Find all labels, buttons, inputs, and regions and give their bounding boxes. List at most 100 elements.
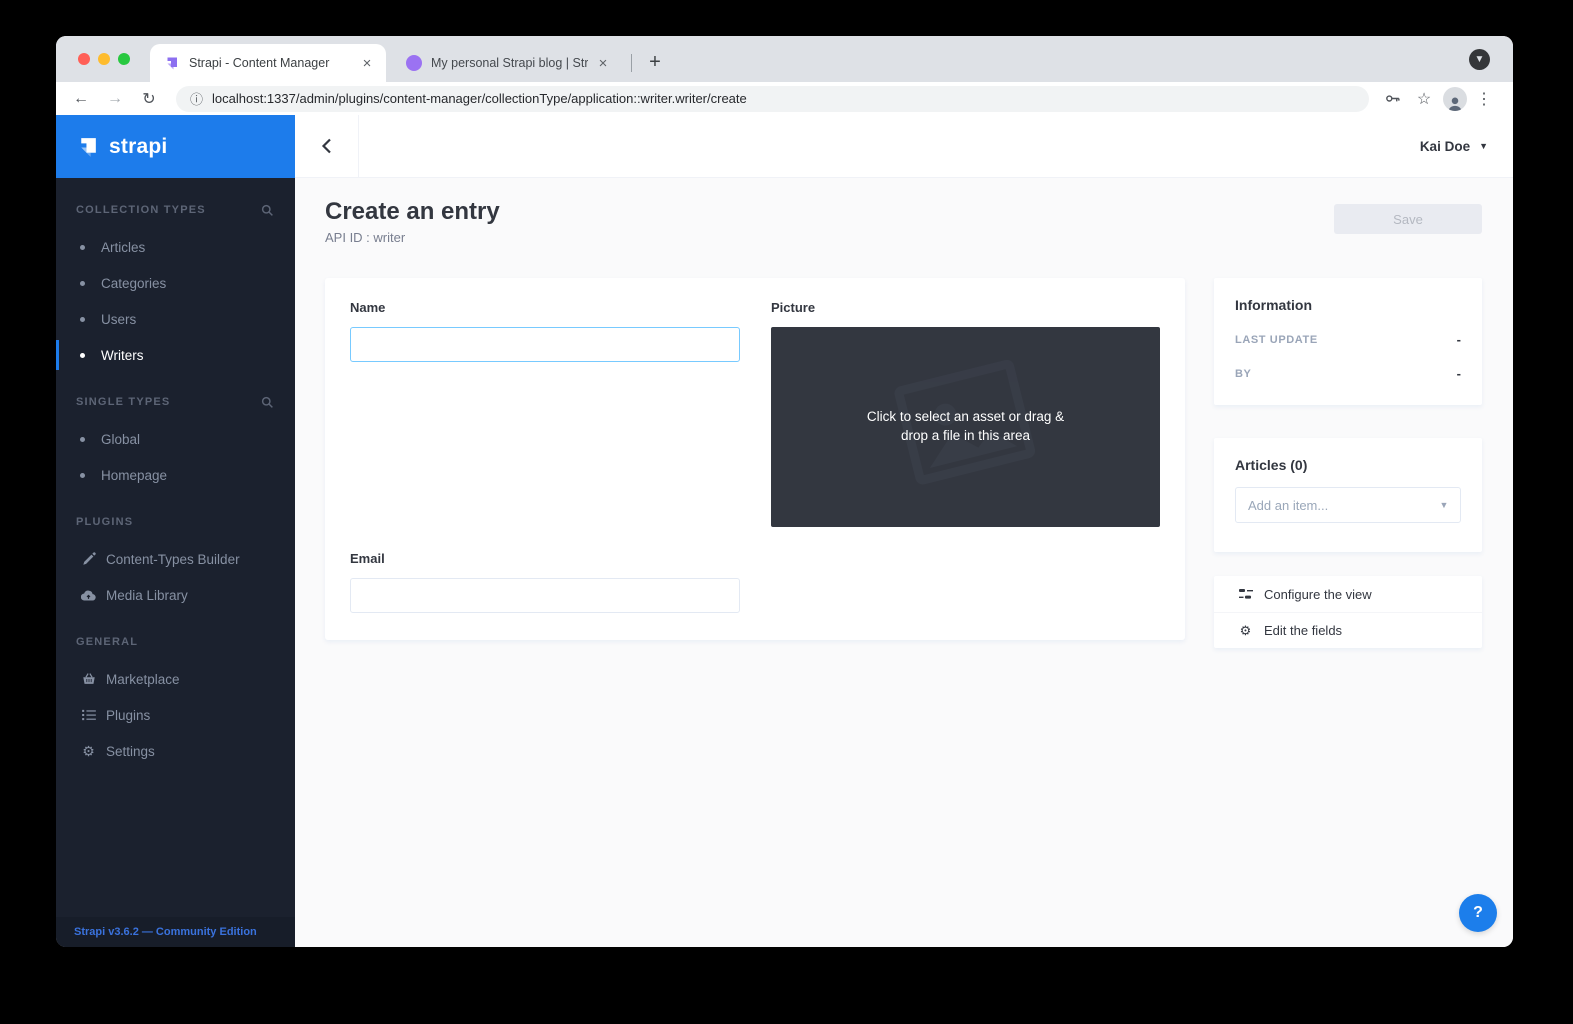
blog-favicon (406, 55, 422, 71)
reload-icon[interactable]: ↻ (136, 86, 162, 112)
browser-menu-icon[interactable]: ⋮ (1471, 86, 1497, 112)
close-tab-icon[interactable]: × (594, 54, 612, 72)
tab-strip: Strapi - Content Manager × My personal S… (56, 36, 1513, 82)
sidebar-item-categories[interactable]: Categories (56, 265, 295, 301)
close-window-button[interactable] (78, 53, 90, 65)
tab-strapi-content-manager[interactable]: Strapi - Content Manager × (150, 44, 386, 82)
sidebar-item-label: Plugins (106, 708, 150, 723)
sidebar-item-writers[interactable]: Writers (56, 337, 295, 373)
tab-title: Strapi - Content Manager (189, 56, 352, 70)
fullscreen-window-button[interactable] (118, 53, 130, 65)
bullet-icon (80, 281, 85, 286)
sidebar-item-users[interactable]: Users (56, 301, 295, 337)
section-single-types: SINGLE TYPES (56, 391, 295, 413)
sidebar-item-articles[interactable]: Articles (56, 229, 295, 265)
strapi-logo-text: strapi (109, 135, 167, 159)
edit-fields-link[interactable]: ⚙ Edit the fields (1214, 612, 1482, 648)
url-text: localhost:1337/admin/plugins/content-man… (212, 91, 747, 106)
link-label: Configure the view (1264, 587, 1372, 602)
email-input[interactable] (350, 578, 740, 613)
help-button[interactable]: ? (1459, 894, 1497, 932)
page-info-icon[interactable]: ⓘ (190, 89, 203, 108)
sidebar-item-label: Global (101, 432, 140, 447)
save-button[interactable]: Save (1334, 204, 1482, 234)
articles-panel-title: Articles (0) (1235, 457, 1461, 473)
sidebar-item-content-types-builder[interactable]: Content-Types Builder (56, 541, 295, 577)
sidebar-item-media-library[interactable]: Media Library (56, 577, 295, 613)
address-bar[interactable]: ⓘ localhost:1337/admin/plugins/content-m… (176, 86, 1369, 112)
user-name: Kai Doe (1420, 139, 1470, 154)
list-icon (80, 709, 97, 721)
section-label: SINGLE TYPES (76, 396, 170, 408)
link-label: Edit the fields (1264, 623, 1342, 638)
section-general: GENERAL (56, 631, 295, 653)
information-title: Information (1235, 297, 1461, 313)
sidebar-item-marketplace[interactable]: Marketplace (56, 661, 295, 697)
tab-strapi-blog[interactable]: My personal Strapi blog | Strap × (394, 44, 620, 82)
chevron-left-icon (321, 138, 332, 154)
user-menu[interactable]: Kai Doe ▼ (1420, 139, 1488, 154)
browser-profile-avatar[interactable] (1443, 87, 1467, 111)
gear-icon: ⚙ (1238, 623, 1253, 639)
by-value: - (1457, 366, 1461, 381)
paintbrush-icon (80, 552, 97, 566)
desktop-background: Strapi - Content Manager × My personal S… (0, 0, 1573, 1024)
name-input[interactable] (350, 327, 740, 362)
sidebar-item-global[interactable]: Global (56, 421, 295, 457)
sidebar-nav: COLLECTION TYPES Articles Categories (56, 178, 295, 917)
minimize-window-button[interactable] (98, 53, 110, 65)
search-icon[interactable] (261, 204, 274, 217)
email-field-label: Email (350, 551, 385, 566)
sidebar-item-label: Writers (101, 348, 144, 363)
bookmark-star-icon[interactable]: ☆ (1411, 86, 1437, 112)
configure-view-link[interactable]: Configure the view (1214, 576, 1482, 612)
view-links-panel: Configure the view ⚙ Edit the fields (1214, 576, 1482, 648)
page-title: Create an entry (325, 198, 500, 226)
strapi-favicon (164, 55, 180, 71)
last-update-row: LAST UPDATE - (1235, 332, 1461, 347)
entry-form-card: Name Picture Click to select an asset or… (325, 278, 1185, 640)
sidebar-item-settings[interactable]: ⚙ Settings (56, 733, 295, 769)
by-label: BY (1235, 368, 1251, 380)
articles-relation-panel: Articles (0) Add an item... ▼ (1214, 438, 1482, 552)
strapi-logo[interactable]: strapi (56, 115, 295, 178)
search-icon[interactable] (261, 396, 274, 409)
section-plugins: PLUGINS (56, 511, 295, 533)
window-controls (78, 53, 130, 65)
password-key-icon[interactable] (1379, 86, 1405, 112)
sidebar-item-label: Homepage (101, 468, 167, 483)
meta-column: Information LAST UPDATE - BY - Arti (1214, 278, 1482, 648)
new-tab-button[interactable]: + (642, 49, 668, 75)
sidebar-item-label: Users (101, 312, 136, 327)
section-label: PLUGINS (76, 516, 133, 528)
forward-icon[interactable]: → (102, 86, 128, 112)
strapi-admin-app: strapi COLLECTION TYPES Articles (56, 115, 1513, 947)
bullet-icon (80, 473, 85, 478)
section-collection-types: COLLECTION TYPES (56, 199, 295, 221)
page-subtitle: API ID : writer (325, 230, 405, 245)
section-label: COLLECTION TYPES (76, 204, 206, 216)
by-row: BY - (1235, 366, 1461, 381)
picture-dropzone[interactable]: Click to select an asset or drag & drop … (771, 327, 1160, 527)
sidebar-version-link[interactable]: Strapi v3.6.2 — Community Edition (56, 917, 295, 947)
cloud-upload-icon (80, 589, 97, 602)
tab-search-button[interactable]: ▼ (1469, 49, 1490, 70)
sidebar-item-plugins[interactable]: Plugins (56, 697, 295, 733)
section-label: GENERAL (76, 636, 138, 648)
sidebar-item-label: Articles (101, 240, 145, 255)
sidebar-item-homepage[interactable]: Homepage (56, 457, 295, 493)
sidebar-item-label: Settings (106, 744, 155, 759)
chevron-down-icon: ▼ (1479, 141, 1488, 151)
add-article-select[interactable]: Add an item... ▼ (1235, 487, 1461, 523)
back-icon[interactable]: ← (68, 86, 94, 112)
go-back-button[interactable] (295, 115, 359, 178)
dropzone-label: Click to select an asset or drag & drop … (853, 408, 1078, 446)
bullet-icon (80, 245, 85, 250)
bullet-icon (80, 437, 85, 442)
main-area: Kai Doe ▼ Create an entry API ID : write… (295, 115, 1513, 947)
browser-window: Strapi - Content Manager × My personal S… (56, 36, 1513, 947)
page-content: Create an entry API ID : writer Save Nam… (295, 178, 1513, 947)
close-tab-icon[interactable]: × (358, 54, 376, 72)
gear-icon: ⚙ (80, 743, 97, 760)
sidebar-item-label: Marketplace (106, 672, 180, 687)
